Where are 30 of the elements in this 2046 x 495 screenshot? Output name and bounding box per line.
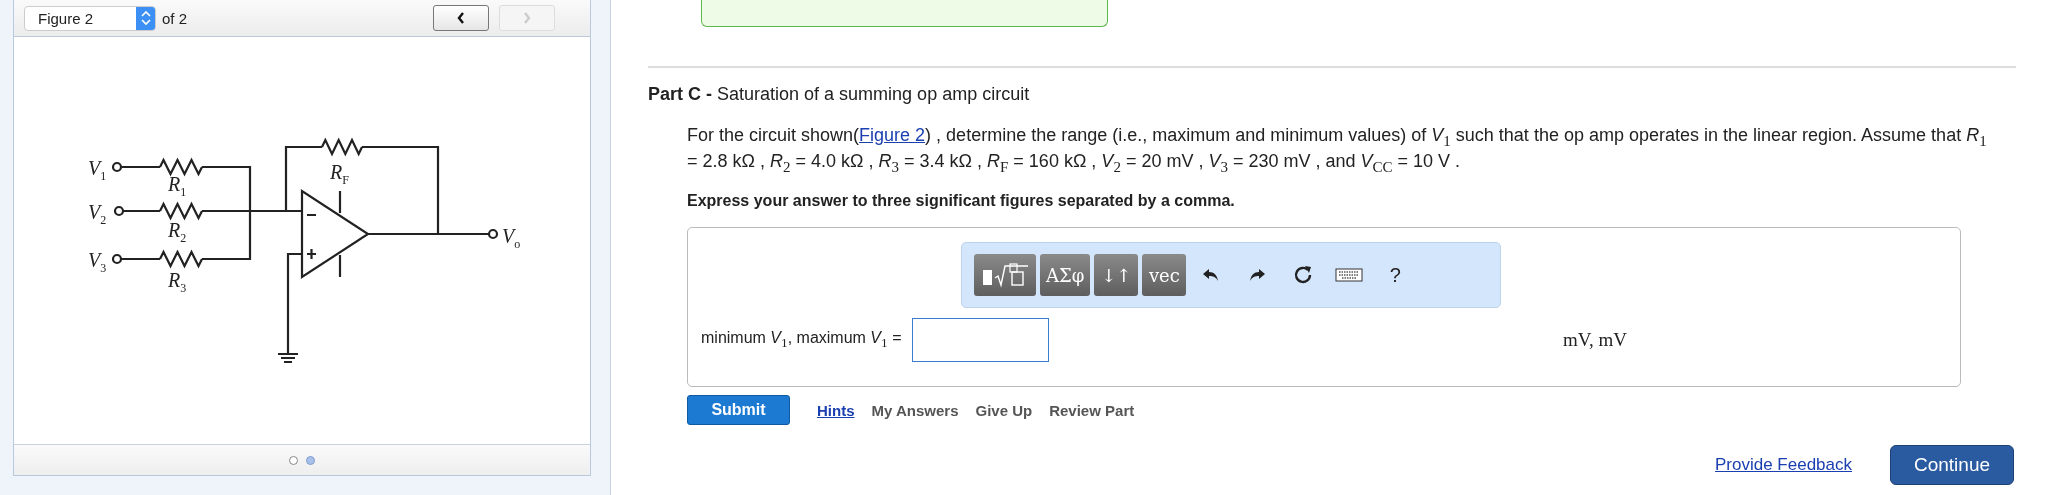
instruction-text: Express your answer to three significant figures separated by a comma.: [687, 192, 1236, 211]
keyboard-icon: [1335, 268, 1364, 283]
chevron-updown-icon: [140, 10, 151, 26]
page-dot[interactable]: [306, 455, 315, 465]
hints-link[interactable]: Hints: [817, 401, 855, 419]
feedback-link[interactable]: Provide Feedback: [1714, 455, 1852, 476]
toolbar-button[interactable]: ΑΣφ: [1040, 254, 1091, 297]
toolbar-button[interactable]: ↓↑: [1094, 254, 1139, 297]
figure-link[interactable]: Figure 2: [859, 125, 926, 145]
templates-button[interactable]: [974, 254, 1036, 297]
continue-button[interactable]: Continue: [1890, 445, 2014, 486]
action-link[interactable]: Review Part: [1049, 401, 1135, 419]
toolbar-button[interactable]: vec: [1142, 254, 1187, 297]
action-link[interactable]: Give Up: [975, 401, 1033, 419]
problem-text: For the circuit shown(Figure 2) , determine the range (i.e., maximum and minimum values) of V$_{1}$ such that the op amp operates in the linear region. Assume that R$_{1}$ = 2.8 kΩ , R$_{2}$ = 4.0 kΩ , R$_{3}$ = 3.4 kΩ , R$_{F}$ = 160 kΩ , V$_{2}$ = 20 mV , V$_{3}$ = 230 mV , and V$_{CC}$ = 10 V .: [687, 125, 1987, 177]
part-title: Part C - Saturation of a summing op amp circuit: [648, 84, 1031, 105]
chevron-right-icon: [522, 11, 532, 25]
submit-button[interactable]: Submit: [687, 395, 790, 426]
previous-button[interactable]: [433, 5, 489, 31]
reset-icon: [1293, 265, 1314, 286]
chevron-left-icon: [456, 11, 466, 25]
answer-label: minimum V$_{1}$, maximum V$_{1}$ =: [701, 329, 902, 352]
page-dot[interactable]: [289, 455, 298, 465]
action-link[interactable]: My Answers: [871, 401, 959, 419]
circuit-drawing: V$_{1}$ V$_{2}$ V$_{3}$ R$_{1}$ R$_{2}$ R$_{3}$ R$_{F}$ V$_{o}$: [88, 137, 521, 364]
figure-count: of 2: [162, 9, 188, 27]
units-text: mV, mV: [1562, 329, 1627, 352]
figure-select[interactable]: Figure 2: [24, 5, 156, 31]
help-button[interactable]: ?: [1374, 254, 1417, 297]
answer-field[interactable]: [911, 318, 1049, 363]
